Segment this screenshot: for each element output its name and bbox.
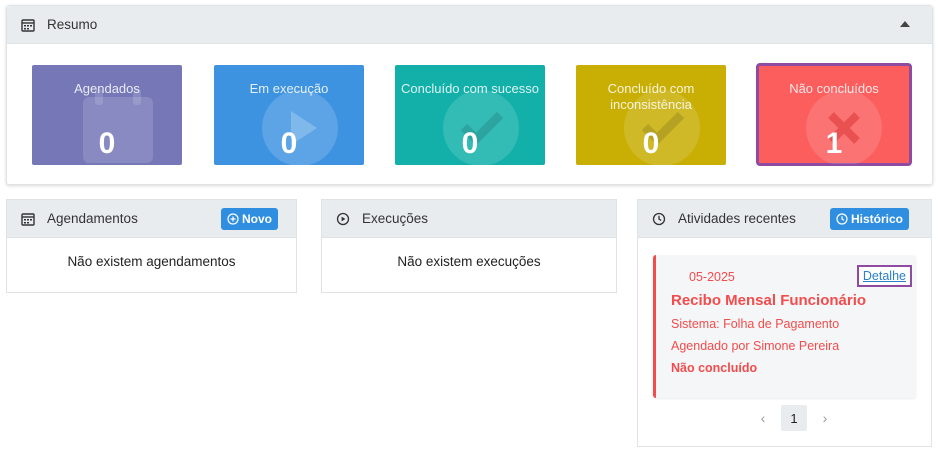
activity-title: Recibo Mensal Funcionário <box>671 292 867 309</box>
play-circle-icon <box>336 212 350 226</box>
clock-icon <box>836 213 848 225</box>
card-label: Concluído com inconsistência <box>607 81 695 112</box>
card-count: 1 <box>825 127 843 160</box>
atividades-header: Atividades recentes Histórico <box>638 200 931 238</box>
card-count: 0 <box>461 127 479 160</box>
calendar-icon <box>21 18 35 32</box>
calendar-icon <box>21 212 35 226</box>
historico-button[interactable]: Histórico <box>829 208 909 230</box>
atividades-title: Atividades recentes <box>678 211 796 226</box>
card-concluido-inconsistencia[interactable]: Concluído com inconsistência 0 <box>576 65 726 165</box>
prev-page-icon[interactable]: ‹ <box>753 410 773 426</box>
empty-message: Não existem execuções <box>397 254 541 269</box>
atividades-panel: Atividades recentes Histórico 05-2025 De… <box>637 199 932 447</box>
card-label: Não concluídos <box>789 81 879 96</box>
card-agendados[interactable]: Agendados 0 <box>32 65 182 165</box>
resumo-header[interactable]: Resumo <box>7 6 932 44</box>
card-count: 0 <box>98 127 116 160</box>
card-label: Em execução <box>249 81 329 96</box>
agendamentos-title: Agendamentos <box>47 211 138 226</box>
card-nao-concluidos[interactable]: Não concluídos 1 <box>756 63 912 166</box>
clock-icon <box>652 212 666 226</box>
card-em-execucao[interactable]: Em execução 0 <box>214 65 364 165</box>
execucoes-title: Execuções <box>362 211 429 226</box>
pagination: ‹ 1 › <box>753 405 835 431</box>
next-page-icon[interactable]: › <box>815 410 835 426</box>
agendamentos-panel: Agendamentos Novo Não existem agendament… <box>6 199 297 293</box>
activity-system: Sistema: Folha de Pagamento <box>671 317 840 331</box>
resumo-panel: Resumo Agendados 0 Em execução 0 Concluí… <box>6 5 933 185</box>
empty-message: Não existem agendamentos <box>67 254 236 269</box>
activity-date: 05-2025 <box>689 270 735 284</box>
activity-item: 05-2025 Detalhe Recibo Mensal Funcionári… <box>653 255 916 398</box>
card-label: Agendados <box>74 81 140 96</box>
resumo-title: Resumo <box>47 17 98 32</box>
collapse-up-icon[interactable] <box>900 21 910 27</box>
page-number[interactable]: 1 <box>781 405 807 431</box>
card-label: Concluído com sucesso <box>400 81 539 96</box>
plus-circle-icon <box>227 213 239 225</box>
activity-status: Não concluído <box>671 361 758 375</box>
card-concluido-sucesso[interactable]: Concluído com sucesso 0 <box>395 65 545 165</box>
execucoes-header: Execuções <box>322 200 616 238</box>
detalhe-link[interactable]: Detalhe <box>856 265 912 287</box>
agendamentos-header: Agendamentos Novo <box>7 200 296 238</box>
novo-button-label: Novo <box>242 212 272 226</box>
execucoes-panel: Execuções Não existem execuções <box>321 199 617 293</box>
activity-scheduled-by: Agendado por Simone Pereira <box>671 339 840 353</box>
novo-button[interactable]: Novo <box>221 208 278 230</box>
card-count: 0 <box>642 127 660 160</box>
historico-button-label: Histórico <box>850 212 903 226</box>
card-count: 0 <box>280 127 298 160</box>
